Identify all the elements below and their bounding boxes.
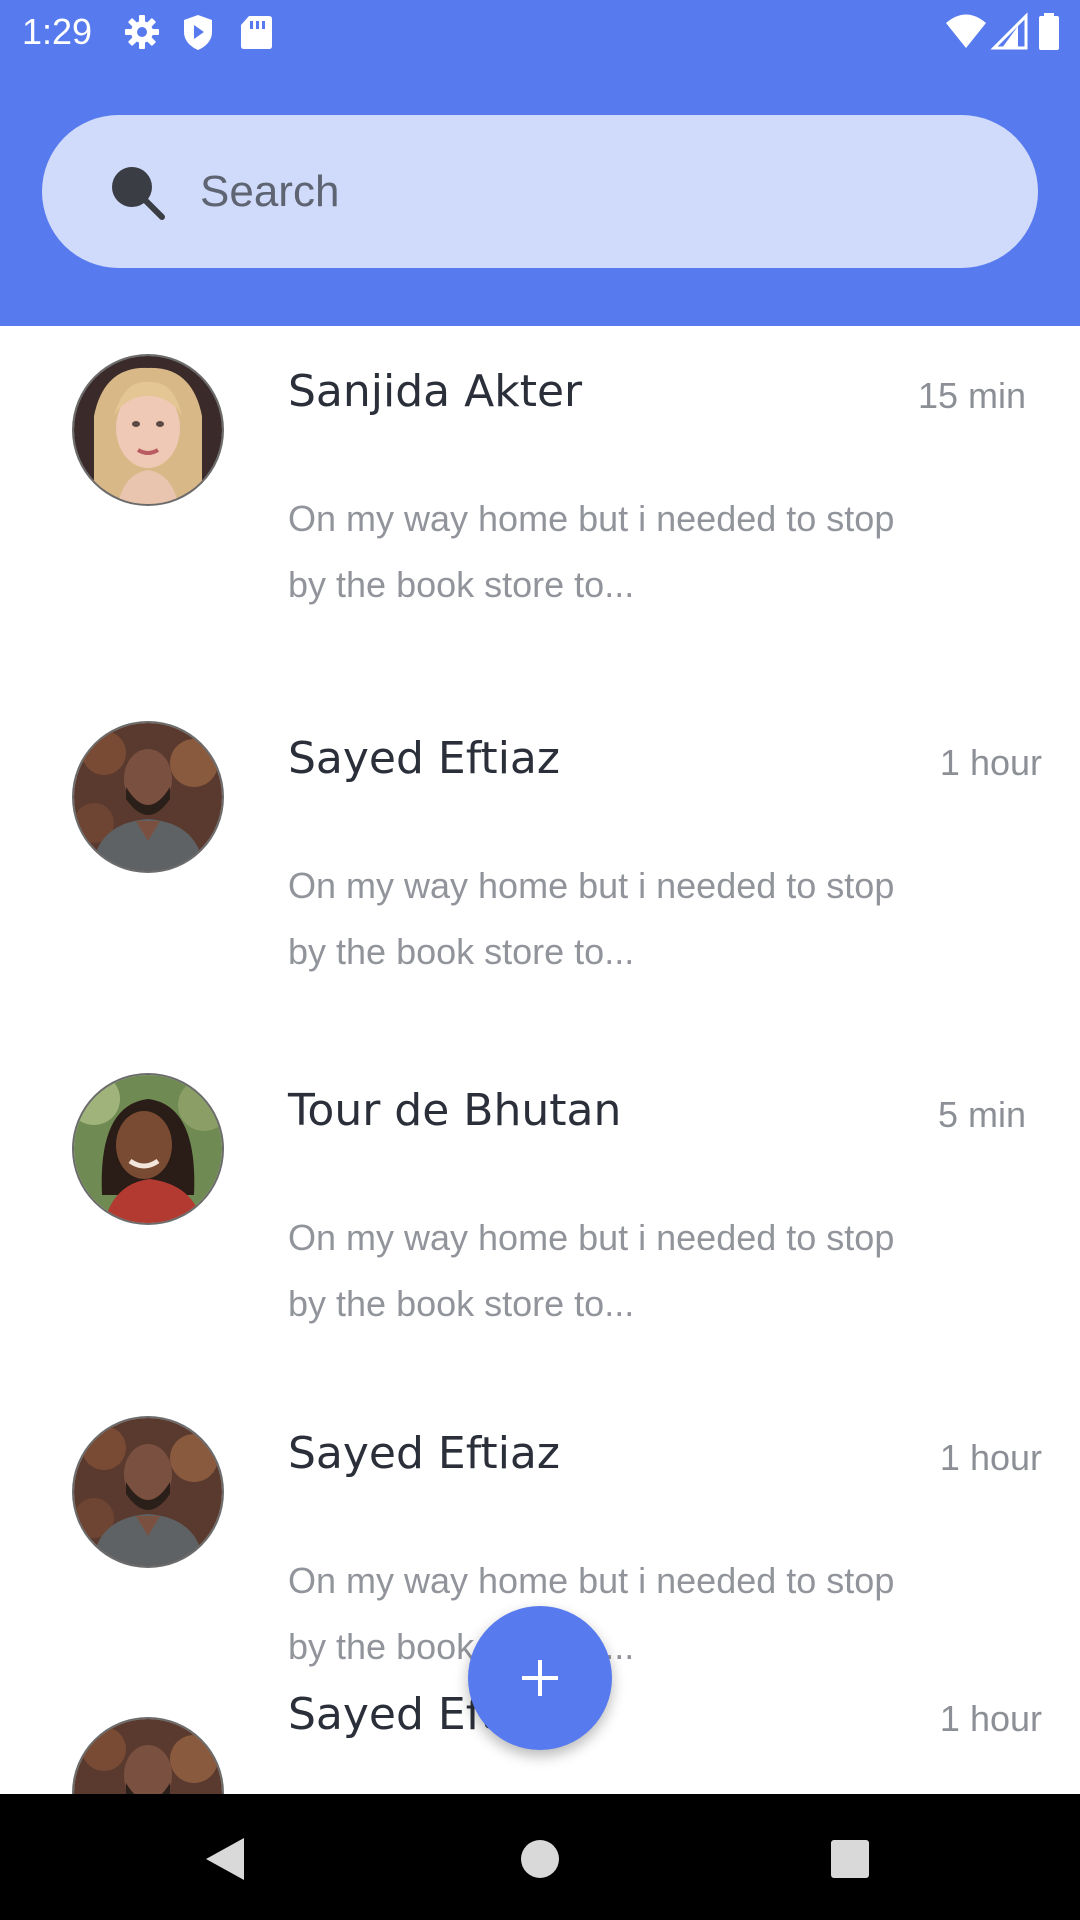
conversation-item[interactable]: Tour de Bhutan 5 min On my way home but … bbox=[0, 1045, 1080, 1345]
conversation-item[interactable]: Sanjida Akter 15 min On my way home but … bbox=[0, 326, 1080, 626]
app-header: 1:29 bbox=[0, 0, 1080, 326]
contact-name: Sanjida Akter bbox=[288, 366, 583, 417]
new-message-fab[interactable] bbox=[468, 1606, 612, 1750]
gear-icon bbox=[122, 12, 162, 52]
sd-card-icon bbox=[236, 12, 276, 52]
message-preview: On my way home but i needed to stop by t… bbox=[288, 1217, 895, 1324]
contact-name: Sayed Eftiaz bbox=[288, 733, 560, 784]
home-icon[interactable] bbox=[505, 1824, 575, 1894]
battery-icon bbox=[1036, 12, 1062, 52]
avatar bbox=[74, 1418, 222, 1566]
avatar bbox=[74, 356, 222, 504]
conversation-item[interactable]: Sayed Eftiaz 1 hour On my way home but i… bbox=[0, 693, 1080, 993]
message-preview: On my way home but i needed to stop by t… bbox=[288, 498, 895, 605]
conversation-list: Sanjida Akter 15 min On my way home but … bbox=[0, 326, 1080, 1794]
message-time: 15 min bbox=[917, 375, 1026, 416]
signal-icon bbox=[990, 12, 1030, 52]
avatar bbox=[74, 1719, 222, 1794]
plus-icon bbox=[522, 1660, 558, 1696]
avatar bbox=[74, 1075, 222, 1223]
avatar bbox=[74, 723, 222, 871]
status-time: 1:29 bbox=[22, 11, 93, 52]
contact-name: Tour de Bhutan bbox=[288, 1085, 622, 1136]
message-preview: On my way home but i needed to stop by t… bbox=[288, 865, 895, 972]
status-bar: 1:29 bbox=[0, 0, 1080, 64]
search-input[interactable] bbox=[200, 153, 980, 231]
shield-play-icon bbox=[178, 12, 218, 52]
back-icon[interactable] bbox=[190, 1824, 260, 1894]
wifi-icon bbox=[944, 12, 988, 52]
recents-icon[interactable] bbox=[815, 1824, 885, 1894]
system-nav-bar bbox=[0, 1794, 1080, 1920]
search-icon bbox=[108, 163, 168, 223]
search-bar[interactable] bbox=[42, 115, 1038, 268]
message-time: 1 hour bbox=[939, 1698, 1042, 1739]
message-time: 1 hour bbox=[939, 742, 1042, 783]
message-time: 5 min bbox=[937, 1094, 1026, 1135]
contact-name: Sayed Eftiaz bbox=[288, 1428, 560, 1479]
message-time: 1 hour bbox=[939, 1437, 1042, 1478]
